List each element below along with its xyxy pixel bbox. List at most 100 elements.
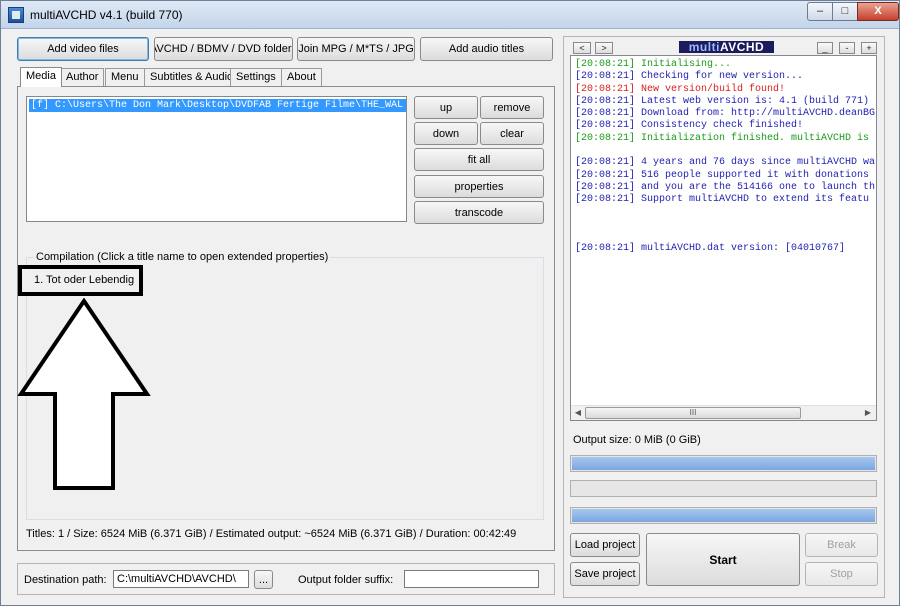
log-message: Checking for new version... xyxy=(635,71,804,83)
window-title: multiAVCHD v4.1 (build 770) xyxy=(30,8,183,22)
output-suffix-input[interactable] xyxy=(404,570,539,588)
start-button[interactable]: Start xyxy=(646,533,800,586)
log-horizontal-scrollbar[interactable]: ◀ III ▶ xyxy=(571,405,876,420)
log-line: [20:08:21] Consistency check finished! xyxy=(575,120,875,132)
load-project-button[interactable]: Load project xyxy=(570,533,640,557)
log-timestamp: [20:08:21] xyxy=(575,194,636,206)
tab-subtitles-audio[interactable]: Subtitles & Audio xyxy=(144,68,240,86)
app-window: multiAVCHD v4.1 (build 770) – □ X Add vi… xyxy=(0,0,900,606)
log-timestamp: [20:08:21] xyxy=(575,169,636,181)
next-button[interactable]: > xyxy=(595,42,613,54)
log-lines: [20:08:21] Initialising... [20:08:21] Che… xyxy=(575,59,875,256)
tab-author[interactable]: Author xyxy=(60,68,105,86)
tab-menu[interactable]: Menu xyxy=(105,68,145,86)
compilation-title-item[interactable]: 1. Tot oder Lebendig xyxy=(34,274,134,286)
log-message: 4 years and 76 days since multiAVCHD wa xyxy=(635,157,876,169)
fit-all-button[interactable]: fit all xyxy=(414,148,544,171)
compilation-title: Compilation (Click a title name to open … xyxy=(34,251,331,263)
log-line: [20:08:21] 4 years and 76 days since mul… xyxy=(575,157,875,169)
log-timestamp: [20:08:21] xyxy=(575,243,636,255)
log-message: Initialization finished. multiAVCHD is xyxy=(635,132,870,144)
title-bar[interactable]: multiAVCHD v4.1 (build 770) – □ X xyxy=(1,1,899,29)
scrollbar-thumb[interactable]: III xyxy=(585,407,801,419)
properties-button[interactable]: properties xyxy=(414,175,544,198)
log-message: and you are the 514166 one to launch th xyxy=(635,181,876,193)
add-audio-titles-button[interactable]: Add audio titles xyxy=(420,37,553,61)
join-mpg-button[interactable]: Join MPG / M*TS / JPG xyxy=(297,37,415,61)
media-status: Titles: 1 / Size: 6524 MiB (6.371 GiB) /… xyxy=(26,528,517,540)
prev-button[interactable]: < xyxy=(573,42,591,54)
file-list-item[interactable]: [f] C:\Users\The Don Mark\Desktop\DVDFAB… xyxy=(29,99,406,112)
log-timestamp: [20:08:21] xyxy=(575,108,636,120)
progress-bar-2 xyxy=(570,480,877,497)
log-grow-button[interactable]: + xyxy=(861,42,877,54)
log-message: Latest web version is: 4.1 (build 771) xyxy=(635,95,870,107)
log-timestamp: [20:08:21] xyxy=(575,59,636,70)
file-list[interactable]: [f] C:\Users\The Don Mark\Desktop\DVDFAB… xyxy=(26,96,407,222)
log-timestamp: [20:08:21] xyxy=(575,71,636,83)
log-line: [20:08:21] Initialization finished. mult… xyxy=(575,133,875,145)
log-line: [20:08:21] multiAVCHD.dat version: [0401… xyxy=(575,243,875,255)
progress-fill-3 xyxy=(572,509,875,522)
app-icon xyxy=(8,7,24,23)
log-shrink-button[interactable]: - xyxy=(839,42,855,54)
stop-button[interactable]: Stop xyxy=(805,562,878,586)
logo-avchd-text: AVCHD xyxy=(719,40,765,54)
clear-button[interactable]: clear xyxy=(480,122,544,145)
log-timestamp: [20:08:21] xyxy=(575,83,636,95)
tab-settings[interactable]: Settings xyxy=(230,68,282,86)
avchd-folders-button[interactable]: AVCHD / BDMV / DVD folders xyxy=(154,37,293,61)
break-button[interactable]: Break xyxy=(805,533,878,557)
tab-about[interactable]: About xyxy=(281,68,322,86)
log-line: [20:08:21] Checking for new version... xyxy=(575,71,875,83)
log-message: Support multiAVCHD to extend its featu xyxy=(635,194,870,206)
log-line: [20:08:21] 516 people supported it with … xyxy=(575,170,875,182)
down-button[interactable]: down xyxy=(414,122,478,145)
progress-fill-1 xyxy=(572,457,875,470)
log-message: Consistency check finished! xyxy=(635,120,804,132)
log-line: [20:08:21] New version/build found! xyxy=(575,84,875,96)
log-line: [20:08:21] Initialising... xyxy=(575,59,875,71)
progress-bar-1 xyxy=(570,455,877,472)
log-message: multiAVCHD.dat version: [04010767] xyxy=(635,243,846,255)
log-timestamp: [20:08:21] xyxy=(575,132,636,144)
log-line: [20:08:21] Support multiAVCHD to extend … xyxy=(575,194,875,206)
up-button[interactable]: up xyxy=(414,96,478,119)
destination-label: Destination path: xyxy=(24,574,107,586)
multiavchd-logo: multi AVCHD xyxy=(679,40,774,54)
log-output[interactable]: [20:08:21] Initialising... [20:08:21] Che… xyxy=(570,55,877,421)
log-timestamp: [20:08:21] xyxy=(575,181,636,193)
browse-button[interactable]: ... xyxy=(254,570,273,589)
log-message: 516 people supported it with donations xyxy=(635,169,870,181)
add-video-files-button[interactable]: Add video files xyxy=(17,37,149,61)
log-timestamp: [20:08:21] xyxy=(575,95,636,107)
output-suffix-label: Output folder suffix: xyxy=(298,574,394,586)
destination-path-input[interactable]: C:\multiAVCHD\AVCHD\ xyxy=(113,570,249,588)
tab-media[interactable]: Media xyxy=(20,67,62,87)
log-timestamp: [20:08:21] xyxy=(575,120,636,132)
log-line: [20:08:21] Download from: http://multiAV… xyxy=(575,108,875,120)
close-button[interactable]: X xyxy=(857,2,899,21)
remove-button[interactable]: remove xyxy=(480,96,544,119)
maximize-button[interactable]: □ xyxy=(832,2,858,21)
transcode-button[interactable]: transcode xyxy=(414,201,544,224)
scroll-right-icon[interactable]: ▶ xyxy=(863,408,873,418)
log-timestamp: [20:08:21] xyxy=(575,157,636,169)
logo-multi-text: multi xyxy=(688,40,720,54)
minimize-button[interactable]: – xyxy=(807,2,833,21)
output-size-label: Output size: 0 MiB (0 GiB) xyxy=(573,434,701,446)
progress-bar-3 xyxy=(570,507,877,524)
log-line: [20:08:21] and you are the 514166 one to… xyxy=(575,182,875,194)
log-message: New version/build found! xyxy=(635,83,786,95)
save-project-button[interactable]: Save project xyxy=(570,562,640,586)
scroll-left-icon[interactable]: ◀ xyxy=(573,408,583,418)
log-message: Download from: http://multiAVCHD.deanBG xyxy=(635,108,876,120)
log-line: [20:08:21] Latest web version is: 4.1 (b… xyxy=(575,96,875,108)
log-message: Initialising... xyxy=(635,59,732,70)
up-arrow-annotation-icon xyxy=(17,298,151,490)
log-minimize-button[interactable]: _ xyxy=(817,42,833,54)
